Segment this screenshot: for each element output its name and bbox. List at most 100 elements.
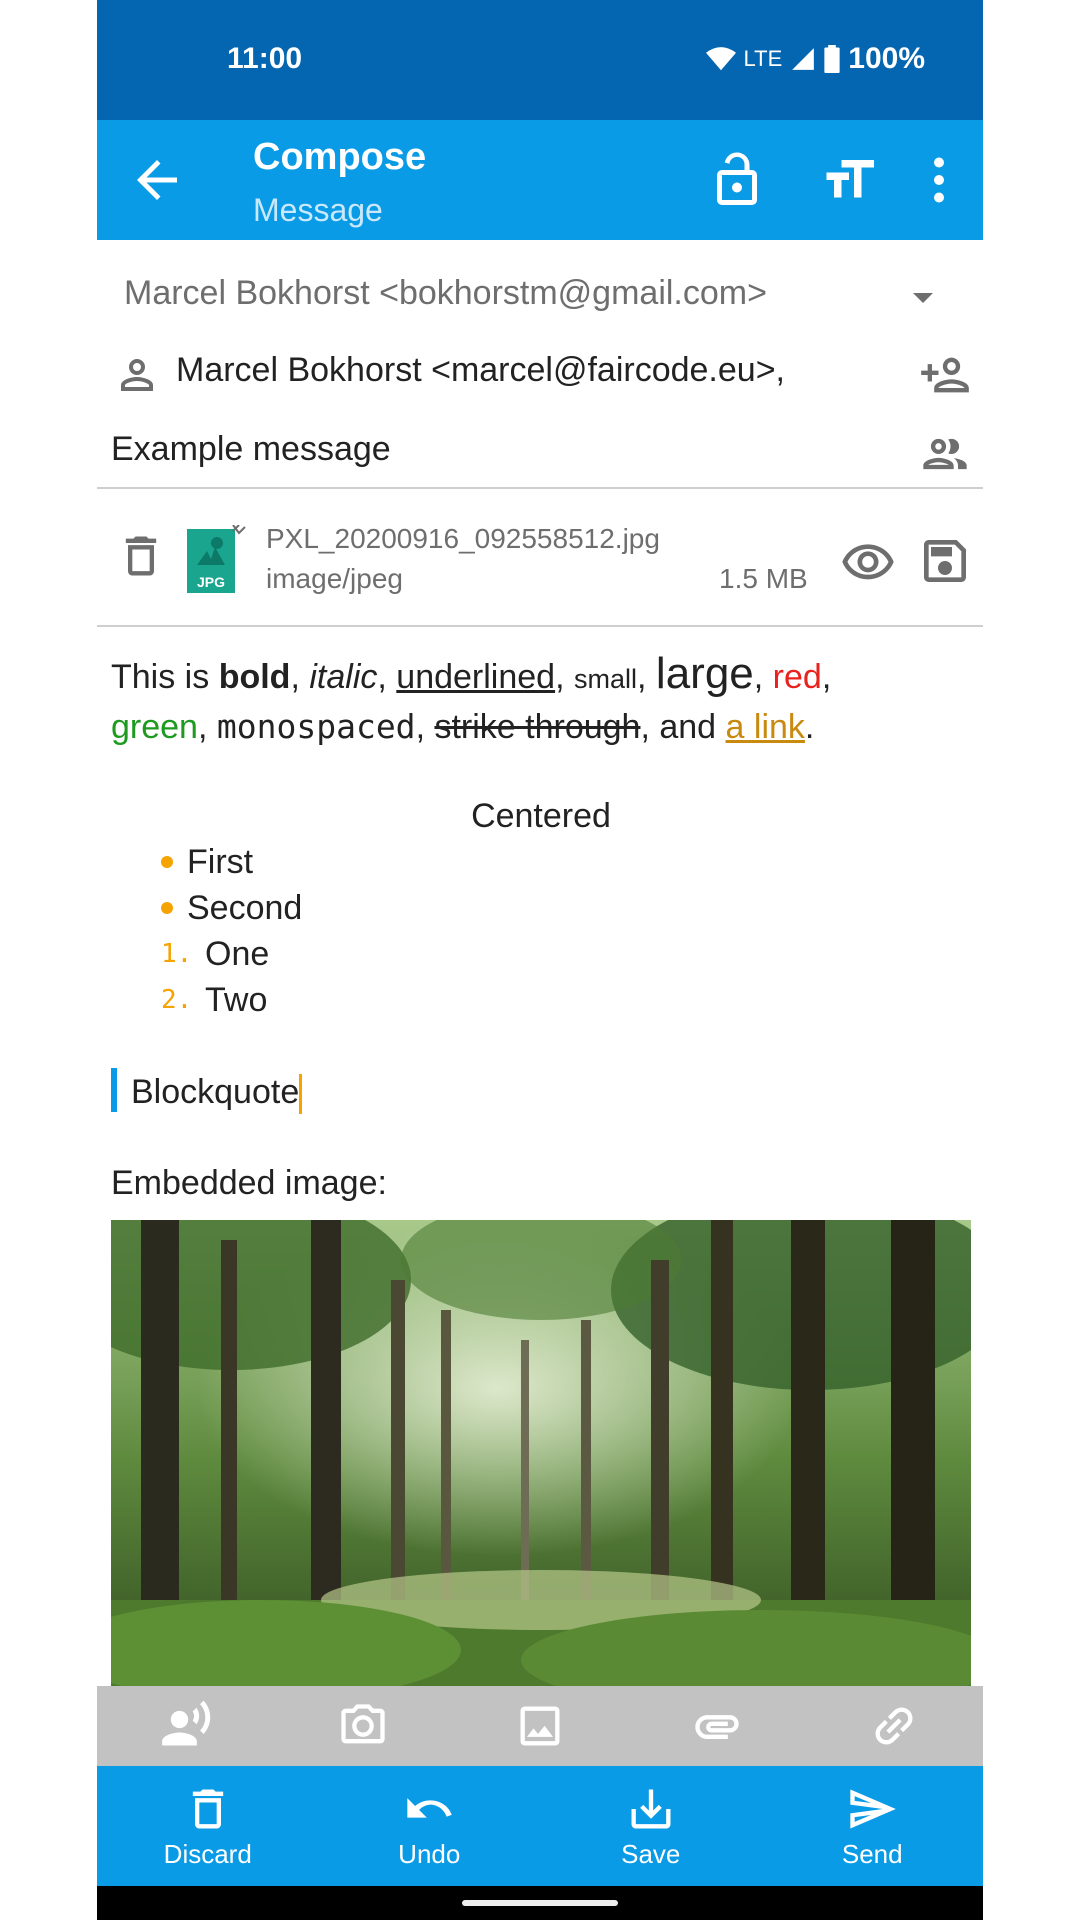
camera-icon[interactable] [337,1700,389,1752]
undo-button[interactable]: Undo [319,1766,541,1886]
bullet-icon [161,856,173,868]
send-button[interactable]: Send [762,1766,984,1886]
blockquote: Blockquote [111,1068,971,1115]
strikethrough-text: strike through [434,708,641,746]
embedded-forest-image [111,1220,971,1700]
bullet-icon [161,902,173,914]
to-field[interactable]: Marcel Bokhorst <marcel@faircode.eu>, [97,345,983,405]
rich-text-paragraph: This is bold, italic, underlined, small,… [111,650,971,751]
small-text: small [574,664,638,694]
blockquote-bar [111,1068,117,1112]
back-arrow-icon[interactable] [127,150,187,210]
attachment-mimetype: image/jpeg [266,563,403,594]
bottom-action-bar: Discard Undo Save Send [97,1766,983,1886]
message-body[interactable]: This is bold, italic, underlined, small,… [111,650,971,1207]
save-button[interactable]: Save [540,1766,762,1886]
text-cursor [299,1074,303,1115]
attachment-row[interactable]: JPG PXL_20200916_092558512.jpg image/jpe… [97,505,983,625]
status-time: 11:00 [227,42,303,75]
embedded-image-label: Embedded image: [111,1164,387,1202]
blockquote-text: Blockquote [131,1073,300,1111]
phone-screen: 11:00 LTE 100% Compose Message Marcel Bo… [97,0,983,1920]
list-item: 1. One [161,931,971,977]
bold-text: bold [218,658,291,696]
system-nav-bar [97,1886,983,1920]
dropdown-arrow-icon[interactable] [903,278,943,318]
header-divider [97,487,983,489]
italic-text: italic [309,658,378,696]
trash-icon [192,1789,223,1828]
add-contact-icon[interactable] [919,349,971,401]
list-item: 2. Two [161,977,971,1023]
from-value: Marcel Bokhorst <bokhorstm@gmail.com> [124,274,767,312]
attachment-divider [97,625,983,627]
text-run: , [555,658,574,696]
list-item-text: Second [187,889,303,927]
link-icon[interactable] [868,1700,920,1752]
monospaced-text: monospaced [216,707,416,746]
send-label: Send [841,1838,903,1869]
save-label: Save [621,1838,681,1869]
list-item-text: Two [205,981,268,1019]
list-item-text: One [205,935,270,973]
body-list: First Second 1. One 2. Two [111,839,971,1023]
image-icon[interactable] [514,1700,566,1752]
attachment-size: 1.5 MB [719,563,808,594]
subject-value: Example message [111,430,391,468]
battery-icon [824,45,840,73]
from-field[interactable]: Marcel Bokhorst <bokhorstm@gmail.com> [97,268,983,328]
signal-icon [792,48,815,70]
list-item: Second [161,885,971,931]
list-item: First [161,839,971,885]
centered-text: Centered [471,797,611,835]
text-run: , [415,708,435,746]
list-number: 2. [161,985,193,1015]
attachment-filename: PXL_20200916_092558512.jpg [266,523,660,554]
text-run: , [637,658,656,696]
text-size-icon[interactable] [819,150,879,210]
to-value: Marcel Bokhorst <marcel@faircode.eu>, [176,351,785,389]
discard-button[interactable]: Discard [97,1766,319,1886]
list-item-text: First [187,843,254,881]
app-bar: Compose Message [97,120,983,240]
list-number: 1. [161,939,193,969]
save-icon[interactable] [917,533,973,589]
network-type: LTE [743,46,783,71]
send-icon [850,1789,897,1828]
status-bar: 11:00 LTE 100% [97,0,983,120]
page-subtitle: Message [253,192,383,228]
delete-attachment-icon[interactable] [115,530,167,582]
text-run: , [821,658,832,696]
underlined-text: underlined [396,658,556,696]
undo-icon [407,1797,452,1818]
red-text: red [772,658,822,696]
thumb-label: JPG [197,574,225,590]
wifi-icon [705,47,736,71]
text-run: , [197,708,217,746]
large-text: large [655,649,754,698]
compose-toolbar [97,1686,983,1766]
text-run: , [377,658,397,696]
download-icon [631,1789,671,1828]
person-icon [121,359,153,391]
body-link[interactable]: a link [726,708,805,746]
text-run: . [804,708,815,746]
more-vert-icon[interactable] [909,150,969,210]
status-indicators: LTE 100% [705,42,925,76]
attachment-icon[interactable] [691,1700,743,1752]
voice-record-icon[interactable] [160,1700,212,1752]
lock-open-icon[interactable] [707,150,767,210]
green-text: green [111,708,198,746]
discard-label: Discard [163,1838,252,1869]
text-run: , and [640,708,726,746]
text-run: This is [111,658,219,696]
eye-icon[interactable] [840,535,896,591]
undo-label: Undo [398,1838,461,1869]
page-title: Compose [253,136,427,178]
jpg-file-icon: JPG [187,525,246,593]
text-run: , [290,658,310,696]
subject-field[interactable]: Example message [97,424,983,484]
group-icon[interactable] [919,428,971,480]
text-run: , [753,658,773,696]
home-gesture-handle[interactable] [462,1900,618,1906]
